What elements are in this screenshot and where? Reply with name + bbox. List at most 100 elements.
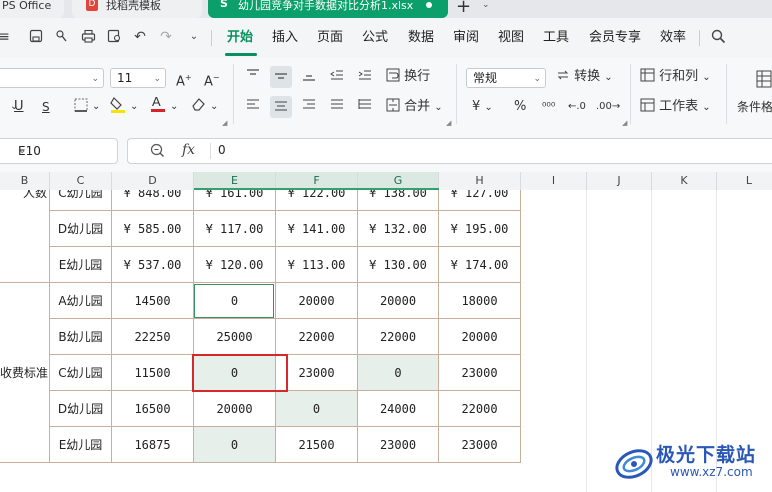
quick-access-chevron-icon[interactable]: ⌄ [186, 29, 202, 45]
border-icon[interactable] [74, 98, 88, 118]
tab-list-chevron-icon[interactable]: ⌄ [482, 0, 490, 10]
chevron-down-icon[interactable]: ⌄ [130, 98, 138, 116]
thousands-separator-icon[interactable]: ⁰⁰⁰ [542, 98, 555, 116]
increase-decimal-icon[interactable]: ←.0 [568, 98, 586, 116]
tab-template[interactable]: D 找稻壳模板 [72, 0, 202, 18]
menu-page[interactable]: 页面 [317, 30, 343, 46]
table-cell-d[interactable]: 22250 [112, 319, 194, 355]
format-painter-icon[interactable] [54, 29, 70, 45]
worksheet-button[interactable]: 工作表 ⌄ [640, 98, 711, 117]
table-cell-f[interactable]: 20000 [276, 283, 358, 319]
table-cell-e[interactable]: ¥ 161.00 [194, 190, 276, 211]
table-cell-g[interactable]: 0 [358, 355, 439, 391]
distributed-icon[interactable] [358, 98, 372, 118]
table-cell-g[interactable]: ¥ 130.00 [358, 247, 439, 283]
table-cell-d[interactable]: ¥ 848.00 [112, 190, 194, 211]
menu-efficiency[interactable]: 效率 [660, 30, 686, 46]
menu-home[interactable]: 开始 [227, 30, 253, 46]
align-left-icon[interactable] [246, 98, 260, 118]
tab-wps-office[interactable]: PS Office [0, 0, 64, 18]
table-cell-h[interactable]: 20000 [439, 319, 521, 355]
font-dialog-launcher-icon[interactable]: ◢ [222, 119, 227, 127]
table-cell-g[interactable]: ¥ 132.00 [358, 211, 439, 247]
table-cell-d[interactable]: 11500 [112, 355, 194, 391]
table-cell-d[interactable]: 16875 [112, 427, 194, 463]
menu-review[interactable]: 审阅 [453, 30, 479, 46]
font-color-icon[interactable]: A [150, 94, 166, 120]
table-cell-h[interactable]: ¥ 174.00 [439, 247, 521, 283]
row-column-button[interactable]: 行和列 ⌄ [640, 68, 711, 87]
group-label-fee[interactable]: 收费标准 [0, 283, 50, 463]
table-cell-g[interactable]: 24000 [358, 391, 439, 427]
row-label-cell[interactable]: B幼儿园 [50, 319, 112, 355]
column-header-h[interactable]: H [439, 172, 521, 190]
new-tab-plus-icon[interactable]: + [456, 0, 471, 16]
column-header-i[interactable]: I [521, 172, 587, 190]
table-cell-h[interactable]: 22000 [439, 391, 521, 427]
table-cell-f[interactable]: 21500 [276, 427, 358, 463]
table-cell-h[interactable]: 18000 [439, 283, 521, 319]
row-label-cell[interactable]: D幼儿园 [50, 211, 112, 247]
align-top-icon[interactable] [246, 68, 260, 88]
print-icon[interactable] [80, 29, 96, 45]
column-header-k[interactable]: K [652, 172, 717, 190]
row-label-cell[interactable]: C幼儿园 [50, 355, 112, 391]
table-cell-f[interactable]: 22000 [276, 319, 358, 355]
table-cell-h[interactable]: ¥ 127.00 [439, 190, 521, 211]
group-label-headcount[interactable]: 人数 [0, 190, 50, 283]
column-header-l[interactable]: L [717, 172, 772, 190]
table-cell-f[interactable]: ¥ 113.00 [276, 247, 358, 283]
align-bottom-icon[interactable] [302, 68, 316, 88]
merge-button[interactable]: 合并 ⌄ [386, 98, 443, 117]
font-name-select[interactable]: ⌄ [0, 68, 104, 88]
alignment-dialog-launcher-icon[interactable]: ◢ [446, 119, 451, 127]
chevron-down-icon[interactable]: ⌄ [210, 98, 218, 116]
menu-member[interactable]: 会员专享 [589, 30, 641, 46]
function-fx-icon[interactable]: fx [182, 142, 195, 158]
menu-data[interactable]: 数据 [408, 30, 434, 46]
table-cell-g[interactable]: ¥ 138.00 [358, 190, 439, 211]
tab-current-file[interactable]: S 幼儿园竞争对手数据对比分析1.xlsx [208, 0, 448, 18]
percent-format-button[interactable]: % [514, 98, 526, 116]
formula-input[interactable]: fx 0 [127, 138, 772, 164]
decrease-decimal-icon[interactable]: .00→ [596, 98, 620, 116]
number-format-select[interactable]: 常规 ⌄ [466, 68, 546, 88]
save-icon[interactable] [28, 29, 44, 45]
clear-format-eraser-icon[interactable] [190, 96, 206, 118]
table-cell-d[interactable]: 16500 [112, 391, 194, 427]
number-dialog-launcher-icon[interactable]: ◢ [622, 119, 627, 127]
chevron-down-icon[interactable]: ⌄ [92, 98, 100, 116]
column-header-j[interactable]: J [587, 172, 652, 190]
table-cell-e[interactable]: ¥ 117.00 [194, 211, 276, 247]
name-box[interactable]: E10 ⌄ [0, 138, 118, 164]
redo-icon[interactable]: ↷ [158, 29, 174, 45]
justify-icon[interactable] [330, 98, 344, 118]
menu-view[interactable]: 视图 [498, 30, 524, 46]
zoom-search-icon[interactable] [150, 143, 165, 161]
row-label-cell[interactable]: C幼儿园 [50, 190, 112, 211]
table-cell-h[interactable]: 23000 [439, 355, 521, 391]
table-cell-d[interactable]: ¥ 537.00 [112, 247, 194, 283]
table-cell-f[interactable]: 23000 [276, 355, 358, 391]
align-center-icon[interactable] [270, 96, 292, 118]
table-cell-f[interactable]: ¥ 122.00 [276, 190, 358, 211]
table-cell-h[interactable]: ¥ 195.00 [439, 211, 521, 247]
wrap-text-button[interactable]: 换行 [386, 68, 430, 86]
decrease-font-icon[interactable]: A− [204, 69, 220, 91]
menu-insert[interactable]: 插入 [272, 30, 298, 46]
underline-icon[interactable]: U [14, 98, 24, 116]
table-cell-f[interactable]: 0 [276, 391, 358, 427]
table-cell-g[interactable]: 20000 [358, 283, 439, 319]
conditional-format-label[interactable]: 条件格 [737, 98, 772, 116]
fill-color-icon[interactable] [110, 96, 126, 120]
table-cell-e[interactable]: 25000 [194, 319, 276, 355]
align-middle-icon[interactable] [270, 66, 292, 88]
table-cell-d[interactable]: 14500 [112, 283, 194, 319]
row-label-cell[interactable]: D幼儿园 [50, 391, 112, 427]
decrease-indent-icon[interactable] [330, 68, 344, 88]
column-header-b[interactable]: B [0, 172, 50, 190]
chevron-down-icon[interactable]: ⌄ [170, 98, 178, 116]
table-cell-h[interactable]: 23000 [439, 427, 521, 463]
conditional-format-icon[interactable] [756, 70, 772, 94]
strikethrough-icon[interactable]: S [42, 98, 50, 116]
